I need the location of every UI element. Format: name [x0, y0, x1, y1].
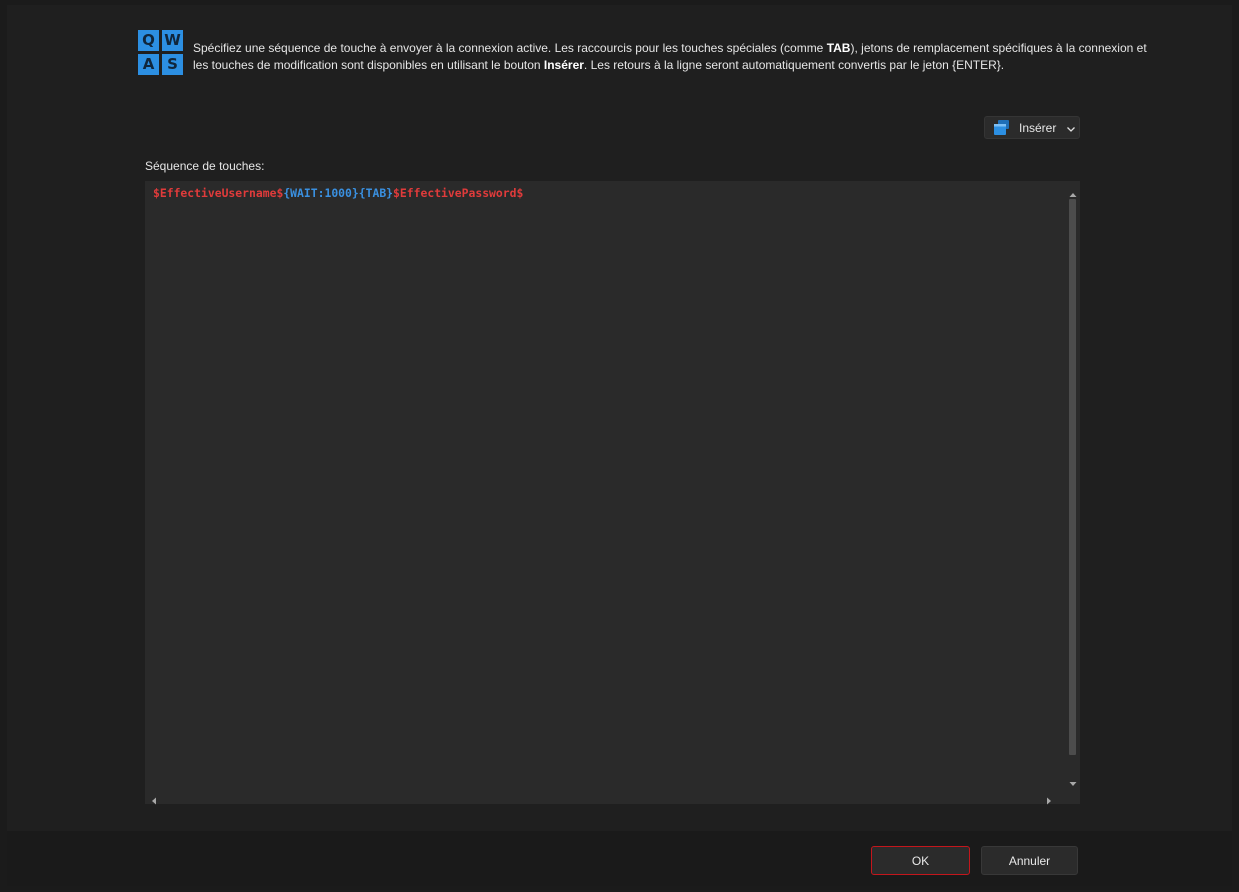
key-a: A	[138, 54, 159, 75]
vertical-scrollbar[interactable]	[1065, 181, 1080, 788]
cancel-button[interactable]: Annuler	[981, 846, 1078, 875]
keystroke-dialog: Q W A S Spécifiez une séquence de touche…	[7, 5, 1232, 886]
window-stack-icon	[993, 119, 1010, 136]
keyboard-qwas-icon: Q W A S	[138, 30, 184, 76]
token-variable: $EffectiveUsername$	[153, 186, 284, 200]
key-s: S	[162, 54, 183, 75]
chevron-down-icon	[1066, 123, 1076, 133]
vertical-scroll-thumb[interactable]	[1069, 199, 1076, 755]
scroll-up-arrow-icon[interactable]	[1069, 186, 1077, 197]
token-special: {WAIT:1000}	[283, 186, 359, 200]
insert-dropdown-button[interactable]: Insérer	[984, 116, 1080, 139]
token-special: {TAB}	[358, 186, 394, 200]
key-q: Q	[138, 30, 159, 51]
token-variable: $EffectivePassword$	[393, 186, 524, 200]
insert-label: Insérer	[1019, 120, 1057, 135]
scroll-down-arrow-icon[interactable]	[1069, 775, 1077, 786]
horizontal-scrollbar[interactable]	[145, 788, 1065, 805]
dialog-footer: OK Annuler	[7, 831, 1232, 886]
sequence-editor[interactable]: $EffectiveUsername${WAIT:1000}{TAB}$Effe…	[145, 181, 1080, 805]
scroll-left-arrow-icon[interactable]	[150, 792, 158, 805]
sequence-label: Séquence de touches:	[145, 159, 265, 173]
ok-button[interactable]: OK	[871, 846, 970, 875]
key-w: W	[162, 30, 183, 51]
scroll-right-arrow-icon[interactable]	[1045, 792, 1053, 805]
description-text: Spécifiez une séquence de touche à envoy…	[193, 41, 1147, 72]
sequence-code[interactable]: $EffectiveUsername${WAIT:1000}{TAB}$Effe…	[153, 185, 523, 201]
